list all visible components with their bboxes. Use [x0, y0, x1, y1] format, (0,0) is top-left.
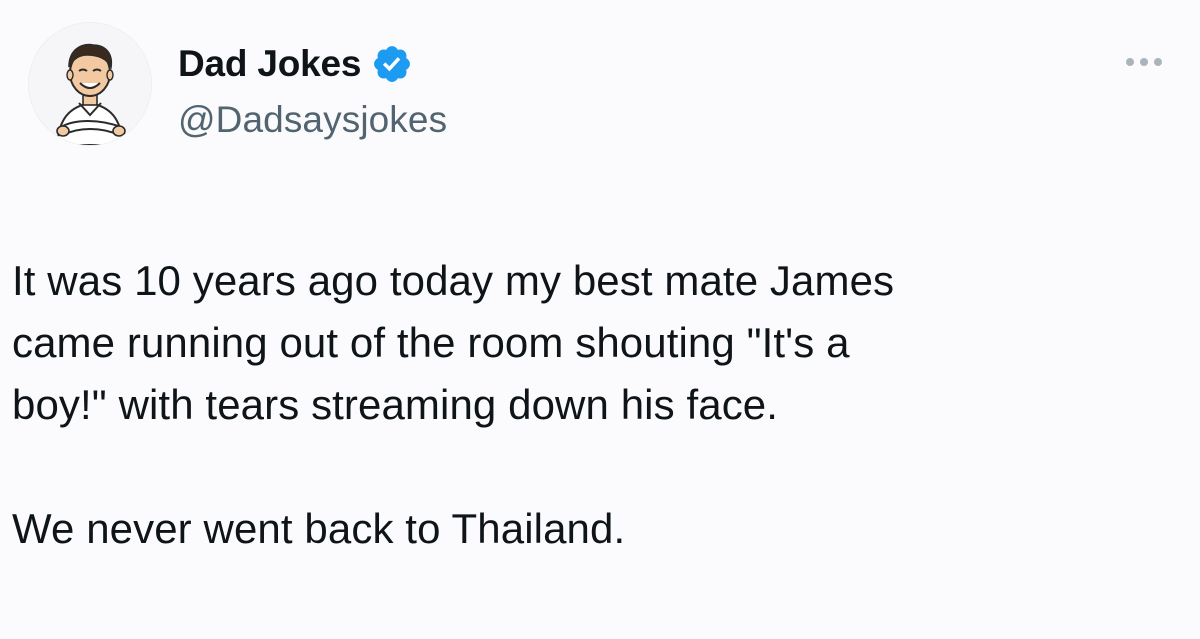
avatar[interactable] — [28, 22, 152, 146]
more-options-icon — [1126, 58, 1162, 66]
author-name-row: Dad Jokes — [178, 38, 413, 88]
author-display-name[interactable]: Dad Jokes — [178, 45, 361, 82]
verified-checkmark-icon[interactable] — [371, 43, 413, 85]
more-options-button[interactable] — [1118, 44, 1170, 80]
tweet-punchline: We never went back to Thailand. — [12, 505, 626, 552]
author-handle[interactable]: @Dadsaysjokes — [178, 98, 447, 142]
cartoon-man-avatar-icon — [29, 23, 151, 145]
tweet-text-line: boy!" with tears streaming down his face… — [12, 381, 779, 428]
tweet-text-line: It was 10 years ago today my best mate J… — [12, 257, 895, 304]
tweet-text: It was 10 years ago today my best mate J… — [12, 250, 1182, 560]
tweet-card: Dad Jokes @Dadsaysjokes It was 10 years … — [0, 0, 1200, 639]
tweet-text-line: came running out of the room shouting "I… — [12, 319, 850, 366]
